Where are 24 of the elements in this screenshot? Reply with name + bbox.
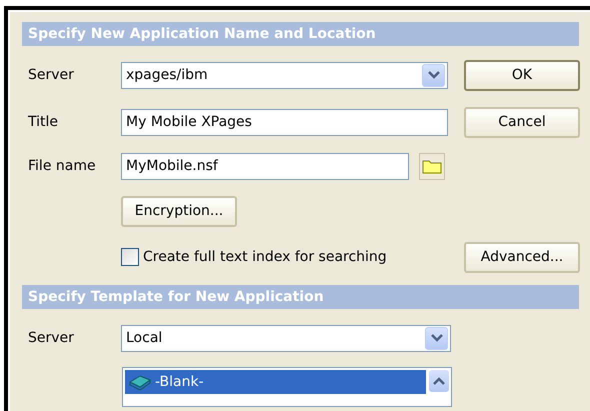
chevron-down-icon bbox=[430, 334, 442, 342]
cancel-button[interactable]: Cancel bbox=[464, 106, 580, 138]
advanced-button[interactable]: Advanced... bbox=[464, 242, 580, 272]
file-name-field[interactable]: MyMobile.nsf bbox=[121, 152, 409, 180]
folder-icon bbox=[422, 158, 442, 174]
ok-button[interactable]: OK bbox=[464, 60, 580, 90]
field-label: File name bbox=[27, 158, 97, 174]
template-item[interactable]: -Blank- bbox=[125, 370, 426, 394]
template-server-combobox[interactable]: Local bbox=[121, 324, 451, 352]
field-label: Server bbox=[27, 330, 75, 346]
server-combobox[interactable]: xpages/ibm bbox=[121, 62, 448, 88]
section-header: Specify New Application Name and Location bbox=[22, 22, 579, 46]
title-field[interactable]: My Mobile XPages bbox=[121, 108, 448, 136]
book-icon bbox=[129, 374, 151, 390]
field-label: Server bbox=[27, 67, 75, 83]
chevron-up-icon bbox=[433, 377, 445, 385]
section-header: Specify Template for New Application bbox=[22, 285, 579, 309]
checkbox-label: Create full text index for searching bbox=[143, 249, 387, 265]
encryption-button[interactable]: Encryption... bbox=[121, 196, 237, 226]
scroll-up-button[interactable] bbox=[429, 370, 449, 392]
field-label: Title bbox=[27, 114, 60, 130]
checkbox[interactable] bbox=[121, 248, 139, 266]
chevron-down-icon bbox=[428, 71, 440, 79]
browse-button[interactable] bbox=[419, 152, 445, 180]
